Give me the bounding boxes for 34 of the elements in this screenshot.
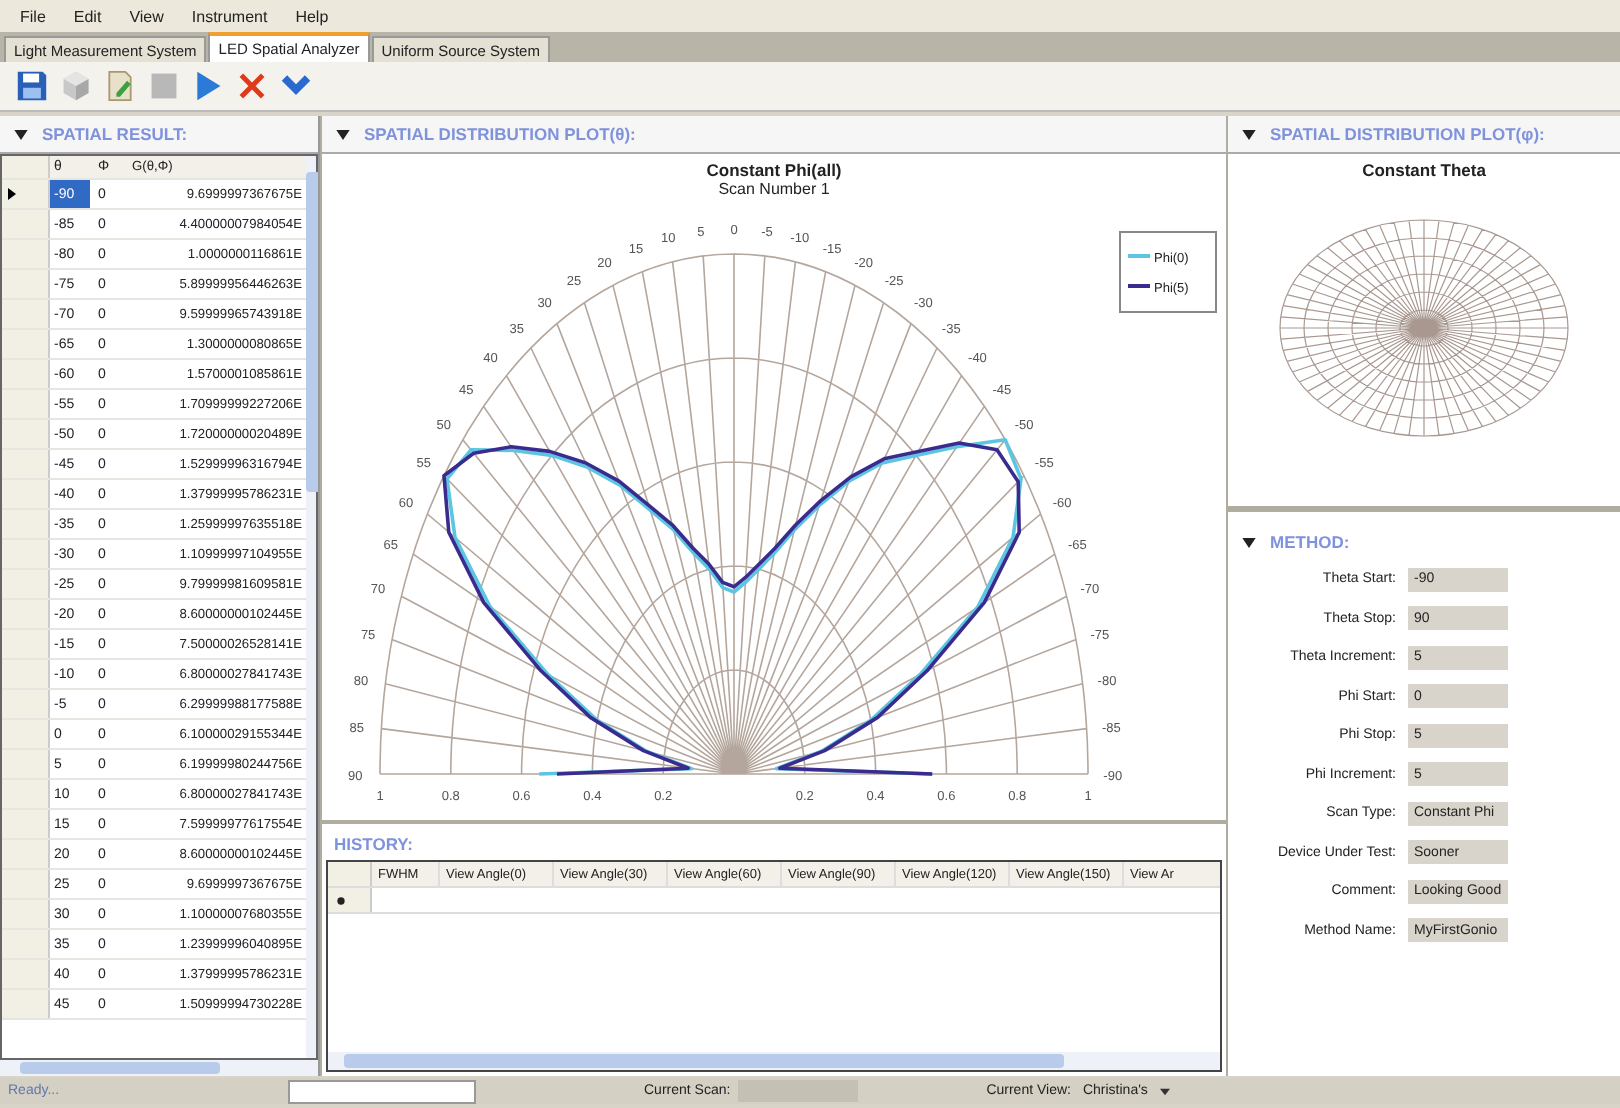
- panel-title: METHOD:: [1270, 532, 1350, 552]
- menu-item[interactable]: Edit: [73, 7, 102, 25]
- menu-item[interactable]: Instrument: [191, 7, 268, 25]
- panel-title: HISTORY:: [334, 834, 416, 854]
- menu-item[interactable]: File: [20, 7, 46, 25]
- edit-document-icon[interactable]: [104, 70, 136, 102]
- save-icon[interactable]: [16, 70, 48, 102]
- collapse-triangle-icon[interactable]: [1242, 129, 1256, 139]
- panel-title: SPATIAL DISTRIBUTION PLOT(φ):: [1270, 124, 1545, 144]
- input-field[interactable]: [288, 1079, 476, 1103]
- chart-subtitle: Scan Number 1: [718, 180, 830, 198]
- horizontal-scrollbar[interactable]: [328, 1052, 1220, 1070]
- panel-title: SPATIAL DISTRIBUTION PLOT(θ):: [364, 124, 636, 144]
- vertical-scrollbar[interactable]: [306, 156, 316, 1058]
- caret-icon[interactable]: [1159, 1087, 1170, 1095]
- menu-item[interactable]: Help: [295, 7, 329, 25]
- collapse-triangle-icon[interactable]: [336, 129, 350, 139]
- new-row-icon: [336, 895, 346, 905]
- scroll-thumb[interactable]: [20, 1062, 220, 1074]
- panel-title: SPATIAL RESULT:: [42, 124, 188, 144]
- stop-icon[interactable]: [148, 70, 180, 102]
- scroll-thumb[interactable]: [306, 172, 318, 492]
- collapse-triangle-icon[interactable]: [1242, 537, 1256, 547]
- menu-item[interactable]: View: [129, 7, 164, 25]
- row-header[interactable]: [2, 180, 50, 208]
- play-icon[interactable]: [192, 70, 224, 102]
- horizontal-scrollbar[interactable]: [0, 1060, 318, 1076]
- chart-title: Constant Theta: [1362, 160, 1486, 180]
- chart-title: Constant Phi(all): [706, 160, 842, 180]
- scroll-thumb[interactable]: [344, 1054, 1064, 1068]
- legend-box: [1119, 231, 1217, 313]
- close-icon[interactable]: [236, 70, 268, 102]
- cube-icon[interactable]: [60, 70, 92, 102]
- collapse-triangle-icon[interactable]: [14, 129, 28, 139]
